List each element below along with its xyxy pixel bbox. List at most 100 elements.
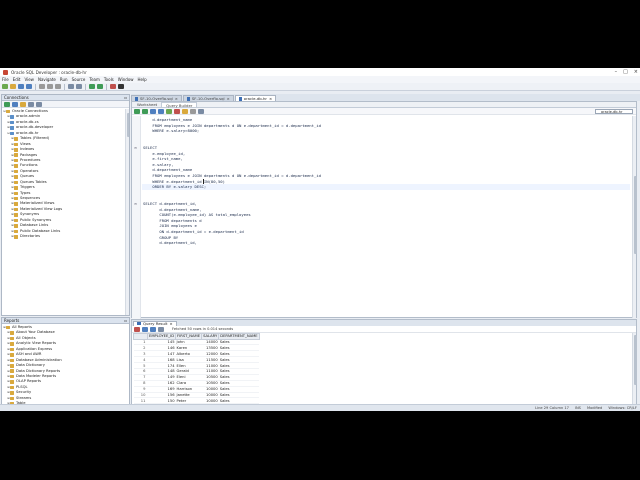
database-icon xyxy=(10,131,14,136)
menu-view[interactable]: View xyxy=(24,77,34,82)
insert-mode: INS xyxy=(574,406,581,410)
folder-icon xyxy=(10,336,14,341)
schema-browser-icon[interactable] xyxy=(28,101,34,107)
history-icon[interactable] xyxy=(198,108,204,114)
results-grid[interactable]: EMPLOYEE_ID FIRST_NAME SALARY DEPARTMENT_NA… xyxy=(133,333,260,411)
autotrace-icon[interactable] xyxy=(150,108,156,114)
folder-icon xyxy=(10,380,14,384)
line-ending: Windows: CR/LF xyxy=(608,406,637,410)
tab-query-result[interactable]: Query Result × xyxy=(133,320,177,327)
open-icon[interactable] xyxy=(10,84,16,89)
folder-icon xyxy=(14,224,18,228)
main-toolbar xyxy=(0,83,640,91)
modified-indicator: Modified xyxy=(586,406,603,410)
paste-icon[interactable] xyxy=(55,84,61,89)
export-icon[interactable] xyxy=(36,101,42,107)
reports-title: Reports xyxy=(4,318,20,323)
back-icon[interactable] xyxy=(89,84,95,89)
folder-icon xyxy=(14,142,18,147)
new-icon[interactable] xyxy=(2,84,8,89)
panel-menu-icon[interactable]: ▫ xyxy=(124,318,127,323)
forward-icon[interactable] xyxy=(97,84,103,89)
menu-run[interactable]: Run xyxy=(60,77,68,82)
database-icon xyxy=(10,126,14,130)
run-statement-icon[interactable] xyxy=(134,108,140,114)
sql-worksheet: Worksheet Query Builder oracle-db-hr d.d… xyxy=(131,101,637,319)
status-bar: Line 29 Column 17 INS Modified Windows: … xyxy=(0,404,640,411)
panel-menu-icon[interactable]: ▫ xyxy=(124,95,127,100)
cursor-position: Line 29 Column 17 xyxy=(535,406,569,410)
reports-panel: Reports ▫ ⊞ All Reports ⊞ About Your Databa… xyxy=(1,317,130,411)
menu-source[interactable]: Source xyxy=(72,77,86,82)
sql-developer-window: Oracle SQL Developer : oracle-db-hr – □ … xyxy=(0,68,640,411)
folder-icon xyxy=(10,364,14,368)
minimize-button[interactable]: – xyxy=(615,68,618,76)
column-header[interactable]: SALARY xyxy=(201,333,220,340)
connection-select[interactable]: oracle-db-hr xyxy=(595,109,633,114)
menu-edit[interactable]: Edit xyxy=(13,77,21,82)
connections-panel: Connections ▫ ⊟ Oracle Connections ⊞ oracle… xyxy=(1,94,130,316)
app-icon xyxy=(3,69,8,75)
fold-toggle-icon[interactable]: ⊟ xyxy=(135,146,139,150)
save-icon[interactable] xyxy=(18,84,24,89)
menu-bar: File Edit View Navigate Run Source Team Tools Wi… xyxy=(0,76,640,83)
sql-icon[interactable] xyxy=(110,84,116,89)
menu-window[interactable]: Window xyxy=(118,77,134,82)
cut-icon[interactable] xyxy=(39,84,45,89)
explain-plan-icon[interactable] xyxy=(158,108,164,114)
folder-icon xyxy=(14,164,18,168)
clear-icon[interactable] xyxy=(190,108,196,114)
code-line: WHERE e.salary>8000; xyxy=(143,128,200,134)
connections_panel-tree-item[interactable]: ⊞ Directories xyxy=(3,234,129,239)
folder-icon xyxy=(10,385,14,390)
connections_panel-tree-label: Directories xyxy=(20,234,41,239)
results-scrollbar[interactable] xyxy=(632,333,637,411)
folder-icon xyxy=(14,148,18,152)
menu-navigate[interactable]: Navigate xyxy=(38,77,56,82)
folder-icon xyxy=(14,153,18,157)
folder-icon xyxy=(14,218,18,223)
sql-icon[interactable] xyxy=(158,326,164,332)
undo-icon[interactable] xyxy=(68,84,74,89)
folder-icon xyxy=(6,109,10,114)
code-editor[interactable]: d.department_name FROM employees e JOIN … xyxy=(132,116,630,319)
fold-toggle-icon[interactable]: ⊟ xyxy=(135,202,139,206)
menu-help[interactable]: Help xyxy=(138,77,147,82)
folder-icon xyxy=(10,347,14,352)
folder-icon xyxy=(14,213,18,217)
column-header[interactable]: DEPARTMENT_NAME xyxy=(218,333,260,340)
code-line: ORDER BY e.salary DESC; xyxy=(143,184,207,190)
folder-icon xyxy=(14,207,18,212)
tab-worksheet[interactable]: Worksheet xyxy=(133,102,161,107)
refresh-icon[interactable] xyxy=(142,326,148,332)
menu-file[interactable]: File xyxy=(2,77,9,82)
connections-scrollbar[interactable] xyxy=(125,109,129,315)
menu-team[interactable]: Team xyxy=(89,77,100,82)
sql-file-icon xyxy=(238,96,242,101)
folder-icon xyxy=(14,180,18,185)
editor-scrollbar[interactable] xyxy=(632,116,637,318)
run-script-icon[interactable] xyxy=(142,108,148,114)
commit-icon[interactable] xyxy=(166,108,172,114)
sql-file-icon xyxy=(186,96,190,101)
export-icon[interactable] xyxy=(150,326,156,332)
refresh-icon[interactable] xyxy=(12,101,18,107)
migration-icon[interactable] xyxy=(118,84,124,89)
filter-icon[interactable] xyxy=(20,101,26,107)
folder-icon xyxy=(10,396,14,401)
save-all-icon[interactable] xyxy=(26,84,32,89)
tab-query-builder[interactable]: Query Builder xyxy=(161,102,198,108)
copy-icon[interactable] xyxy=(47,84,53,89)
add-connection-icon[interactable] xyxy=(4,101,10,107)
sql-file-icon xyxy=(135,96,138,101)
column-header[interactable]: FIRST_NAME xyxy=(175,333,203,340)
pin-icon[interactable] xyxy=(134,326,140,332)
rollback-icon[interactable] xyxy=(174,108,180,114)
maximize-button[interactable]: □ xyxy=(623,68,628,76)
close-button[interactable]: × xyxy=(634,68,638,76)
format-icon[interactable] xyxy=(182,108,188,114)
redo-icon[interactable] xyxy=(76,84,82,89)
menu-tools[interactable]: Tools xyxy=(104,77,114,82)
close-icon[interactable]: × xyxy=(169,321,172,327)
column-header[interactable]: EMPLOYEE_ID xyxy=(146,333,177,340)
